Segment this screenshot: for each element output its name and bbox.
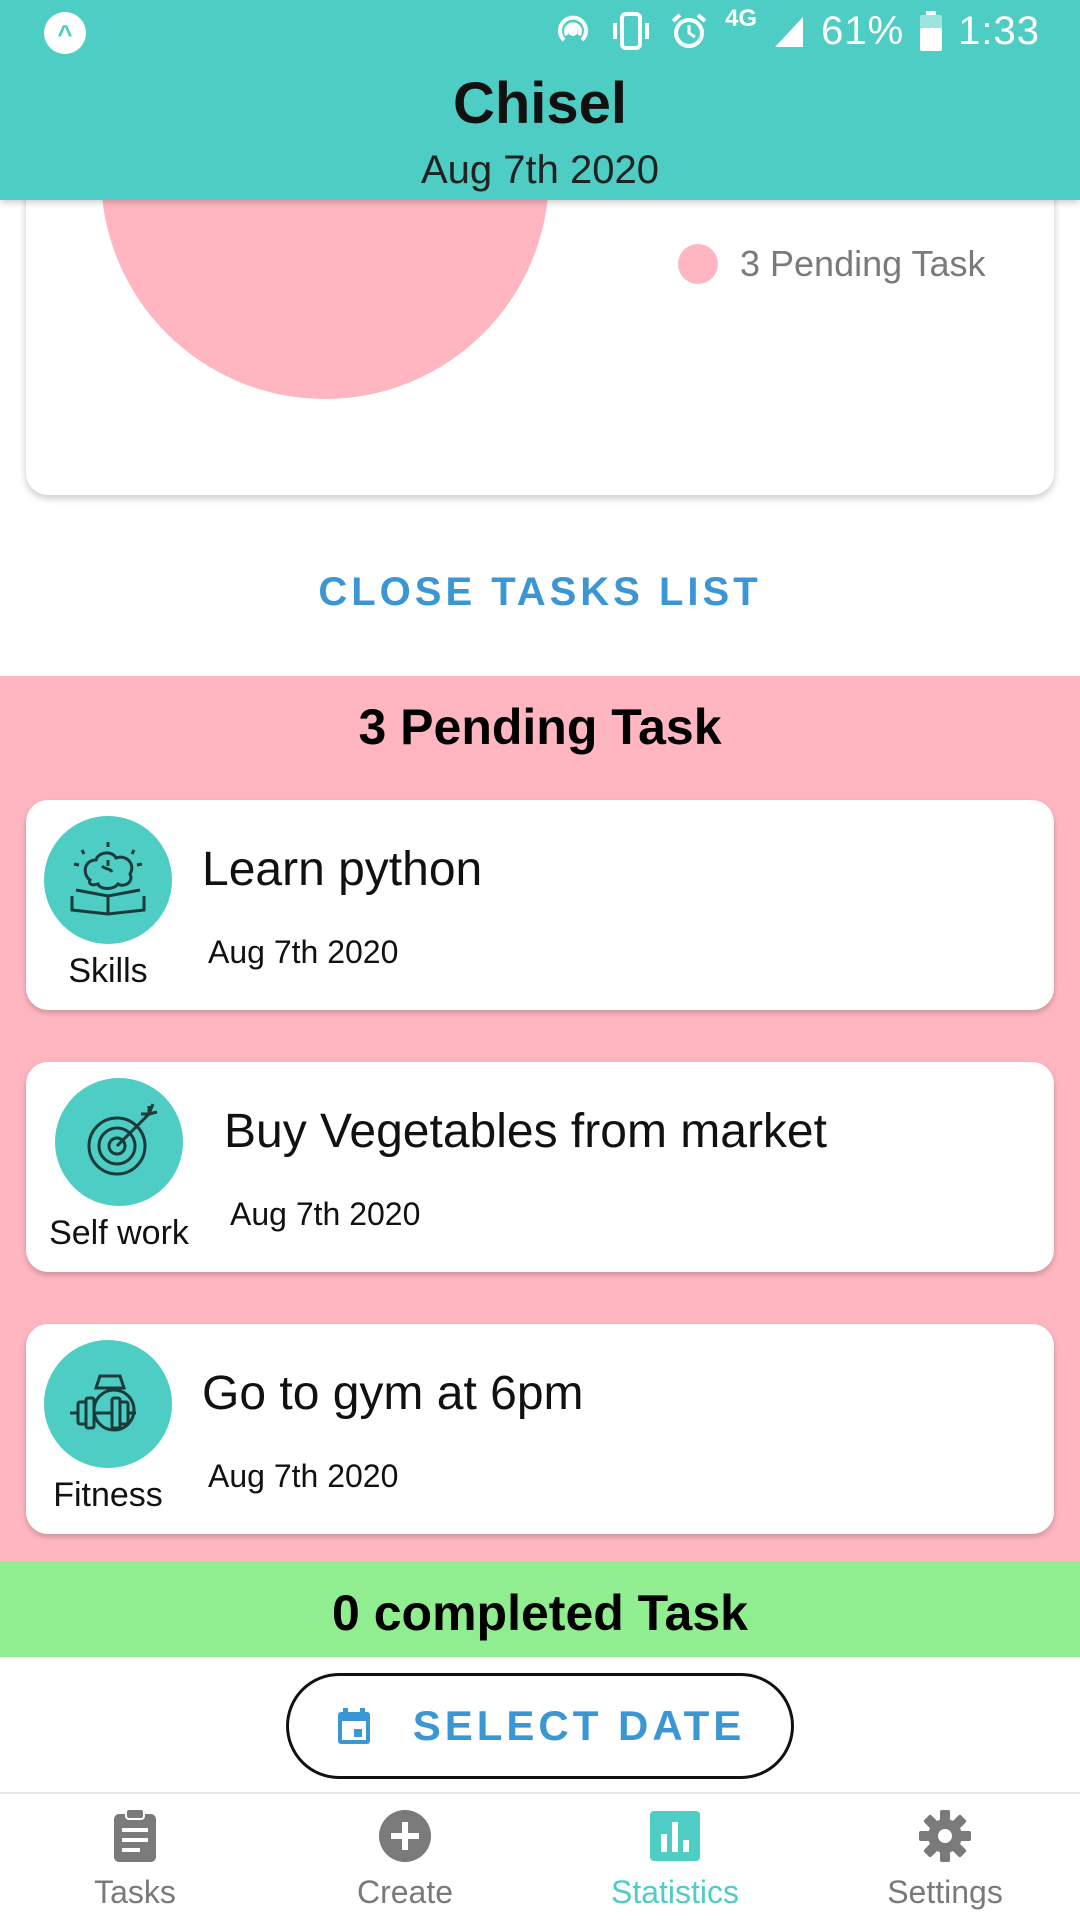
battery-icon bbox=[920, 11, 943, 51]
select-date-label: SELECT DATE bbox=[412, 1702, 746, 1749]
nav-settings[interactable]: Settings bbox=[810, 1794, 1080, 1920]
target-icon bbox=[87, 1103, 158, 1176]
clock: 1:33 bbox=[958, 8, 1040, 53]
dumbbell-icon bbox=[70, 1374, 136, 1432]
task-date: Aug 7th 2020 bbox=[230, 1196, 421, 1232]
bottom-nav: Tasks Create Statistics Settings bbox=[0, 1792, 1080, 1920]
hotspot-icon bbox=[558, 15, 588, 42]
category-badge bbox=[44, 1340, 172, 1468]
task-category: Skills bbox=[68, 952, 148, 990]
gear-icon bbox=[919, 1810, 971, 1862]
app-title: Chisel bbox=[452, 71, 628, 136]
select-date-button[interactable]: SELECT DATE bbox=[286, 1673, 794, 1779]
task-title: Go to gym at 6pm bbox=[202, 1367, 584, 1420]
stats-chart-card: 3 Pending Task bbox=[26, 150, 1054, 495]
calendar-icon bbox=[337, 1708, 370, 1744]
legend-label: 3 Pending Task bbox=[740, 243, 986, 284]
network-type: 4G bbox=[725, 5, 758, 32]
header-date: Aug 7th 2020 bbox=[421, 148, 659, 192]
nav-label: Statistics bbox=[610, 1874, 740, 1910]
app-badge-icon: ^ bbox=[44, 12, 86, 54]
screen: ^ 4G 61% 1:33 Chisel Aug 7th 2020 3 Pend… bbox=[0, 0, 1080, 1920]
nav-statistics[interactable]: Statistics bbox=[540, 1794, 810, 1920]
task-category: Fitness bbox=[53, 1476, 163, 1514]
task-date: Aug 7th 2020 bbox=[208, 934, 399, 970]
task-title: Buy Vegetables from market bbox=[224, 1105, 827, 1158]
close-tasks-list-button[interactable]: CLOSE TASKS LIST bbox=[0, 570, 1080, 615]
pending-title: 3 Pending Task bbox=[358, 699, 722, 755]
app-header: ^ 4G 61% 1:33 Chisel Aug 7th 2020 bbox=[0, 0, 1080, 200]
task-card[interactable]: Self work Buy Vegetables from market Aug… bbox=[26, 1062, 1054, 1272]
category-badge bbox=[44, 816, 172, 944]
task-card[interactable]: Skills Learn python Aug 7th 2020 bbox=[26, 800, 1054, 1010]
vibrate-icon bbox=[613, 12, 650, 50]
nav-label: Settings bbox=[887, 1874, 1003, 1910]
completed-section: 0 completed Task bbox=[0, 1562, 1080, 1657]
chart-legend: 3 Pending Task bbox=[678, 243, 986, 285]
bar-chart-icon bbox=[650, 1811, 700, 1861]
task-date: Aug 7th 2020 bbox=[208, 1458, 399, 1494]
nav-create[interactable]: Create bbox=[270, 1794, 540, 1920]
status-icons: 4G 61% 1:33 bbox=[553, 5, 1040, 56]
pending-section: 3 Pending Task Skills Learn python Aug 7… bbox=[0, 676, 1080, 1562]
brain-book-icon bbox=[70, 842, 146, 916]
task-category: Self work bbox=[49, 1214, 189, 1252]
completed-title: 0 completed Task bbox=[332, 1585, 748, 1641]
task-card[interactable]: Fitness Go to gym at 6pm Aug 7th 2020 bbox=[26, 1324, 1054, 1534]
alarm-icon bbox=[671, 13, 707, 48]
nav-tasks[interactable]: Tasks bbox=[0, 1794, 270, 1920]
nav-label: Tasks bbox=[94, 1874, 176, 1910]
battery-percent: 61% bbox=[821, 8, 905, 53]
legend-swatch bbox=[678, 244, 718, 284]
plus-circle-icon bbox=[379, 1810, 431, 1862]
status-bar: ^ 4G 61% 1:33 bbox=[0, 0, 1080, 62]
clipboard-icon bbox=[114, 1808, 156, 1862]
category-badge bbox=[55, 1078, 183, 1206]
pie-chart bbox=[101, 150, 549, 399]
nav-label: Create bbox=[356, 1874, 454, 1910]
signal-icon bbox=[775, 17, 804, 47]
task-title: Learn python bbox=[202, 843, 483, 896]
